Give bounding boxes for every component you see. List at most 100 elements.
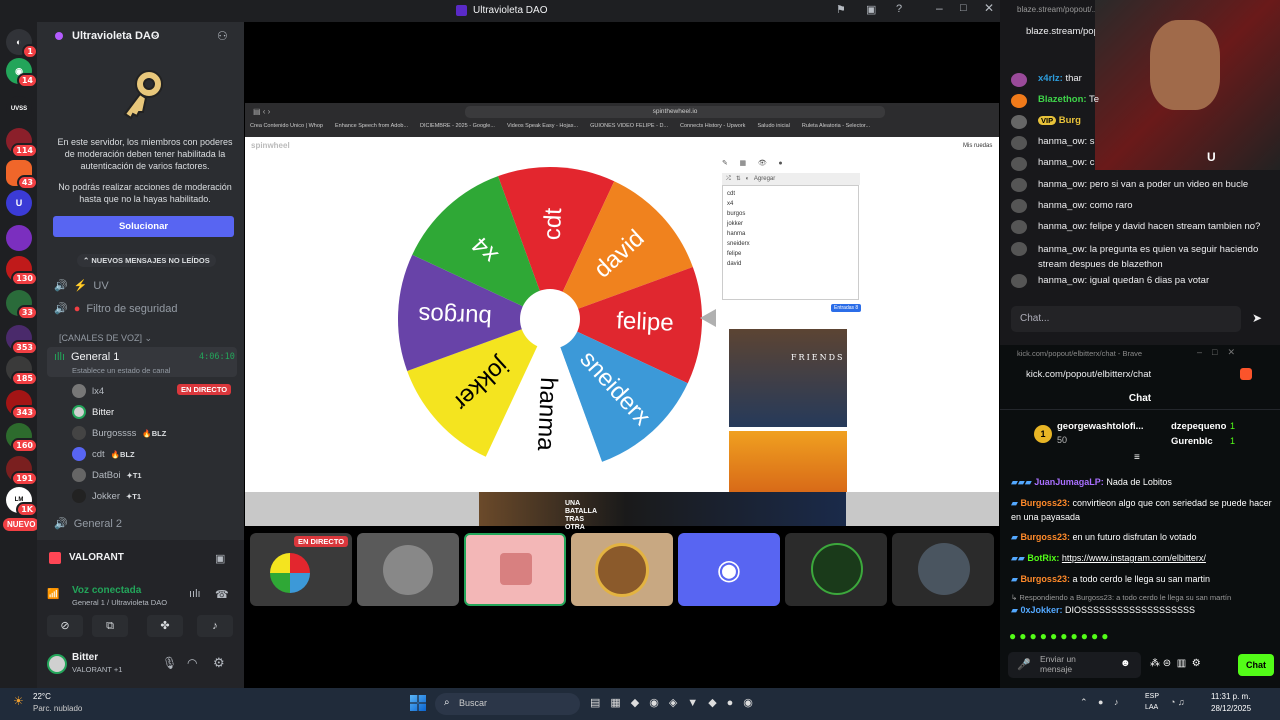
voice-member[interactable]: Jokker ✦T1: [72, 489, 141, 503]
voice-channel-general1[interactable]: ıllı General 1: [54, 351, 119, 363]
chat-tools-icons[interactable]: ⁂ ⊜ ▥ ⚙: [1150, 658, 1201, 669]
server-icon[interactable]: 130: [6, 256, 38, 286]
minimize-icon[interactable]: –: [936, 1, 943, 15]
activity-name[interactable]: VALORANT: [69, 552, 124, 563]
help-icon[interactable]: ?: [896, 3, 902, 15]
game-overlay-icon[interactable]: ▣: [215, 552, 225, 565]
bookmark[interactable]: Connects History - Upwork: [680, 123, 745, 129]
close-icon[interactable]: ✕: [984, 1, 994, 15]
app-logo[interactable]: spinwheel: [251, 141, 290, 150]
ad-friends[interactable]: FRIENDS: [729, 329, 847, 427]
emote-row[interactable]: ●●●●●●●●●●: [1009, 629, 1111, 643]
stream-url[interactable]: blaze.stream/pop: [1026, 26, 1099, 37]
server-icon[interactable]: 191: [6, 456, 38, 486]
brave-icon[interactable]: [1240, 368, 1252, 380]
ad-banner[interactable]: [729, 431, 847, 492]
activities-button[interactable]: ✤: [147, 615, 183, 637]
taskbar-apps[interactable]: ▤▦◆◉◈▼◆●◉: [590, 696, 763, 709]
channel-filtro[interactable]: 🔊 ● Filtro de seguridad: [54, 302, 177, 316]
user-tile[interactable]: [571, 533, 673, 606]
soundboard-button[interactable]: ♪: [197, 615, 233, 637]
add-entry-button[interactable]: Agregar: [754, 176, 775, 182]
top-user[interactable]: Gurenblc: [1171, 436, 1213, 447]
bookmark[interactable]: DICIEMBRE - 2025 - Google...: [420, 123, 495, 129]
lang[interactable]: ESP: [1145, 693, 1159, 700]
server-icon[interactable]: 33: [6, 290, 38, 320]
wheel-center[interactable]: [520, 289, 580, 349]
stream-tile[interactable]: EN DIRECTO: [250, 533, 352, 606]
stream-chat-input[interactable]: Chat...: [1011, 306, 1241, 332]
sidebar-icon[interactable]: ▤ ‹ ›: [253, 107, 270, 116]
headphones-icon[interactable]: ◠: [187, 656, 197, 670]
channel-status-hint[interactable]: Establece un estado de canal: [72, 366, 170, 375]
voice-member[interactable]: cdt 🔥BLZ: [72, 447, 135, 461]
server-icon[interactable]: UVSS: [6, 96, 32, 122]
clock-time[interactable]: 11:31 p. m.: [1211, 692, 1250, 701]
bottom-ad[interactable]: UNA BATALLA TRAS OTRA: [479, 492, 846, 531]
server-icon[interactable]: 343: [6, 390, 38, 420]
server-icon[interactable]: LM 1K: [6, 487, 38, 517]
chevron-down-icon[interactable]: ⌄: [151, 29, 159, 40]
server-icon[interactable]: 114: [6, 128, 38, 158]
send-icon[interactable]: ➤: [1252, 311, 1262, 325]
emoji-icon[interactable]: ☻: [1120, 658, 1131, 669]
server-icon[interactable]: 43: [6, 160, 38, 190]
send-chat-button[interactable]: Chat: [1238, 654, 1274, 676]
window-controls[interactable]: – □ ✕: [1197, 347, 1235, 358]
expand-icon[interactable]: ≡: [1134, 452, 1140, 463]
kick-url[interactable]: kick.com/popout/elbitterx/chat: [1026, 369, 1151, 380]
inbox-icon[interactable]: ▣: [866, 3, 876, 16]
voice-member[interactable]: lx4: [72, 384, 104, 398]
top-user[interactable]: dzepequeno: [1171, 421, 1226, 432]
discord-home-icon[interactable]: ◐ 1: [6, 29, 38, 59]
disconnect-icon[interactable]: ☎: [215, 588, 229, 601]
server-icon[interactable]: 185: [6, 356, 38, 386]
noise-icon[interactable]: ıılı: [189, 588, 201, 600]
my-wheels-link[interactable]: Mis ruedas: [963, 143, 992, 149]
voice-member[interactable]: Burgossss 🔥BLZ: [72, 426, 166, 440]
user-tile[interactable]: [892, 533, 994, 606]
voice-connected[interactable]: Voz conectada: [72, 585, 141, 596]
top-gifter[interactable]: georgewashtolofi...: [1057, 421, 1144, 432]
network-icon[interactable]: ◔ ♫: [1170, 697, 1185, 707]
server-icon[interactable]: [6, 225, 32, 251]
entries-textarea[interactable]: cdt x4 burgos jokker hanma sneiderx feli…: [722, 185, 859, 300]
bookmark[interactable]: Saludo inicial: [757, 123, 789, 129]
maximize-icon[interactable]: □: [960, 2, 967, 14]
taskbar-search[interactable]: ⌕ Buscar: [435, 693, 580, 715]
voice-category[interactable]: [CANALES DE VOZ] ⌄: [59, 333, 152, 344]
server-icon[interactable]: U: [6, 190, 32, 216]
screen-share-button[interactable]: ⧉: [92, 615, 128, 637]
discord-logo-icon[interactable]: ◉: [678, 533, 780, 606]
user-tile[interactable]: [357, 533, 459, 606]
settings-gear-icon[interactable]: ⚙: [213, 655, 225, 671]
server-icon[interactable]: 160: [6, 423, 38, 453]
bookmark[interactable]: Enhance Speech from Adob...: [335, 123, 408, 129]
server-icon[interactable]: 353: [6, 325, 38, 355]
new-messages-pill[interactable]: ⌃ NUEVOS MENSAJES NO LEÍDOS: [77, 254, 216, 267]
temperature[interactable]: 22°C: [33, 692, 51, 701]
flag-icon[interactable]: ⚑: [836, 3, 846, 16]
mic-icon[interactable]: 🎙: [162, 656, 177, 670]
server-name[interactable]: Ultravioleta DAO: [72, 30, 159, 42]
link[interactable]: https://www.instagram.com/elbitterx/: [1062, 553, 1206, 563]
username[interactable]: Bitter: [72, 652, 98, 663]
avatar[interactable]: [47, 654, 67, 674]
bookmark[interactable]: Ruleta Aleatoria - Selector...: [802, 123, 870, 129]
add-member-icon[interactable]: ⚇: [217, 29, 228, 43]
voice-channel-general2[interactable]: 🔊 General 2: [54, 517, 122, 531]
kick-message-input[interactable]: 🎤 Enviar un mensaje ☻: [1008, 652, 1141, 678]
bookmark[interactable]: Videos Speak Easy - Hojas...: [507, 123, 578, 129]
voice-member[interactable]: DatBoi ✦T1: [72, 468, 142, 482]
voice-member[interactable]: Bitter: [72, 405, 114, 419]
channel-uv[interactable]: 🔊 ⚡ UV: [54, 279, 109, 293]
spin-wheel[interactable]: cdtdavidfelipesneiderxhanmajokkerburgosx…: [395, 164, 705, 474]
tray-icons[interactable]: ⌃ ● ♪: [1080, 697, 1122, 708]
user-tile-speaking[interactable]: [464, 533, 566, 606]
server-icon[interactable]: ◉ 14: [6, 58, 38, 88]
start-icon[interactable]: [410, 695, 426, 711]
user-tile[interactable]: [785, 533, 887, 606]
solve-button[interactable]: Solucionar: [53, 216, 234, 237]
camera-off-button[interactable]: ⊘: [47, 615, 83, 637]
url-bar[interactable]: spinthewheel.io: [465, 106, 885, 118]
